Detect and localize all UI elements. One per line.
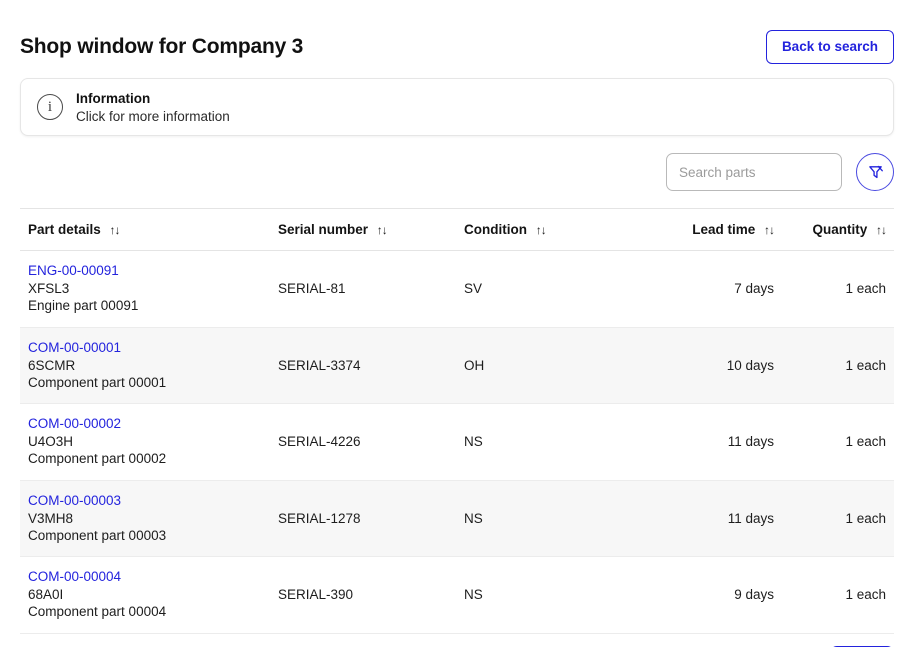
shop-window-page: Shop window for Company 3 Back to search… (0, 0, 914, 647)
column-label: Serial number (278, 222, 369, 237)
cell-condition: NS (456, 556, 642, 634)
cell-condition: NS (456, 403, 642, 481)
cell-serial-number: SERIAL-3374 (270, 327, 456, 405)
sort-arrows-icon[interactable]: ↑↓ (377, 223, 388, 237)
part-number-link[interactable]: COM-00-00004 (28, 569, 270, 584)
information-banner-text: Information Click for more information (76, 91, 230, 124)
filter-off-icon (868, 165, 883, 178)
cell-part-details: COM-00-00002 U4O3H Component part 00002 (20, 403, 270, 481)
column-header-lead-time[interactable]: Lead time ↑↓ (642, 208, 782, 251)
back-to-search-button[interactable]: Back to search (765, 30, 894, 64)
cell-quantity: 1 each (782, 480, 894, 558)
cell-quantity: 1 each (782, 327, 894, 405)
part-description: Component part 00001 (28, 374, 167, 390)
column-label: Lead time (692, 222, 756, 237)
table-row[interactable]: COM-00-00004 68A0I Component part 00004 … (20, 556, 894, 634)
cell-quantity: 1 each (782, 556, 894, 634)
cell-part-details: ENG-00-00091 XFSL3 Engine part 00091 (20, 250, 270, 328)
information-banner-title: Information (76, 90, 151, 106)
table-toolbar (20, 136, 894, 208)
cell-condition: NS (456, 480, 642, 558)
cell-serial-number: SERIAL-1278 (270, 480, 456, 558)
part-code: XFSL3 (28, 281, 70, 296)
cell-serial-number: SERIAL-390 (270, 556, 456, 634)
part-code: 68A0I (28, 587, 64, 603)
cell-part-details: COM-00-00004 68A0I Component part 00004 (20, 556, 270, 634)
cell-lead-time: 9 days (642, 556, 782, 634)
page-title: Shop window for Company 3 (20, 35, 304, 58)
filter-off-icon-button[interactable] (856, 153, 894, 191)
part-code: U4O3H (28, 434, 74, 450)
table-row[interactable]: COM-00-00001 6SCMR Component part 00001 … (20, 327, 894, 405)
part-code: V3MH8 (28, 510, 74, 526)
parts-table-body: ENG-00-00091 XFSL3 Engine part 00091 SER… (20, 250, 894, 634)
parts-table: Part details ↑↓ Serial number ↑↓ Conditi… (20, 208, 894, 634)
cell-serial-number: SERIAL-4226 (270, 403, 456, 481)
cell-quantity: 1 each (782, 403, 894, 481)
part-description: Engine part 00091 (28, 298, 139, 314)
part-number-link[interactable]: COM-00-00002 (28, 416, 270, 431)
page-header: Shop window for Company 3 Back to search (20, 0, 894, 76)
cell-part-details: COM-00-00001 6SCMR Component part 00001 (20, 327, 270, 405)
column-header-serial-number[interactable]: Serial number ↑↓ (270, 208, 456, 251)
cell-quantity: 1 each (782, 250, 894, 328)
part-number-link[interactable]: COM-00-00001 (28, 340, 270, 355)
sort-arrows-icon[interactable]: ↑↓ (110, 223, 121, 237)
part-number-link[interactable]: ENG-00-00091 (28, 263, 270, 278)
information-banner-subtitle: Click for more information (76, 108, 230, 124)
part-code: 6SCMR (28, 357, 76, 373)
sort-arrows-icon[interactable]: ↑↓ (536, 223, 547, 237)
information-banner[interactable]: i Information Click for more information (20, 78, 894, 136)
cell-condition: OH (456, 327, 642, 405)
part-description: Component part 00004 (28, 604, 167, 620)
column-header-condition[interactable]: Condition ↑↓ (456, 208, 642, 251)
table-footer: Showing 1 to 5 of 6000 entries « ‹ 1 2 3… (20, 634, 894, 647)
table-row[interactable]: ENG-00-00091 XFSL3 Engine part 00091 SER… (20, 250, 894, 328)
column-header-part-details[interactable]: Part details ↑↓ (20, 208, 270, 251)
parts-table-header-row: Part details ↑↓ Serial number ↑↓ Conditi… (20, 208, 894, 251)
part-description: Component part 00002 (28, 451, 167, 467)
part-description: Component part 00003 (28, 527, 167, 543)
info-circle-icon: i (37, 94, 63, 120)
column-label: Condition (464, 222, 527, 237)
column-label: Part details (28, 222, 101, 237)
cell-lead-time: 7 days (642, 250, 782, 328)
column-label: Quantity (812, 222, 868, 237)
parts-table-header: Part details ↑↓ Serial number ↑↓ Conditi… (20, 208, 894, 251)
sort-arrows-icon[interactable]: ↑↓ (876, 223, 887, 237)
cell-lead-time: 11 days (642, 403, 782, 481)
cell-part-details: COM-00-00003 V3MH8 Component part 00003 (20, 480, 270, 558)
cell-condition: SV (456, 250, 642, 328)
sort-arrows-icon[interactable]: ↑↓ (764, 223, 775, 237)
search-input[interactable] (666, 153, 842, 191)
cell-lead-time: 11 days (642, 480, 782, 558)
table-row[interactable]: COM-00-00002 U4O3H Component part 00002 … (20, 403, 894, 481)
cell-lead-time: 10 days (642, 327, 782, 405)
cell-serial-number: SERIAL-81 (270, 250, 456, 328)
part-number-link[interactable]: COM-00-00003 (28, 493, 270, 508)
column-header-quantity[interactable]: Quantity ↑↓ (782, 208, 894, 251)
table-row[interactable]: COM-00-00003 V3MH8 Component part 00003 … (20, 480, 894, 558)
